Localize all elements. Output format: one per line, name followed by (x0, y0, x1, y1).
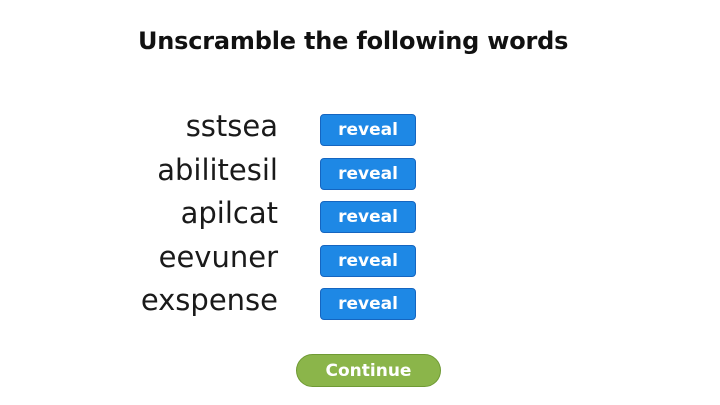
page-title: Unscramble the following words (138, 27, 569, 55)
scrambled-word: apilcat (180, 196, 278, 230)
word-row: eevuner reveal (0, 237, 720, 281)
scrambled-word: eevuner (158, 239, 278, 274)
scrambled-word: abilitesil (157, 152, 278, 187)
reveal-button[interactable]: reveal (320, 201, 416, 233)
scrambled-word: sstsea (185, 109, 278, 143)
word-row: exspense reveal (0, 280, 720, 324)
word-row: sstsea reveal (0, 106, 720, 150)
reveal-button[interactable]: reveal (320, 244, 416, 277)
reveal-button[interactable]: reveal (320, 288, 416, 320)
word-row: apilcat reveal (0, 193, 720, 237)
unscramble-page: Unscramble the following words sstsea re… (0, 0, 720, 405)
scrambled-word: exspense (140, 283, 278, 317)
word-list: sstsea reveal abilitesil reveal apilcat … (0, 106, 720, 324)
reveal-button[interactable]: reveal (320, 157, 416, 190)
continue-button[interactable]: Continue (296, 354, 441, 387)
reveal-button[interactable]: reveal (320, 114, 416, 146)
word-row: abilitesil reveal (0, 150, 720, 194)
